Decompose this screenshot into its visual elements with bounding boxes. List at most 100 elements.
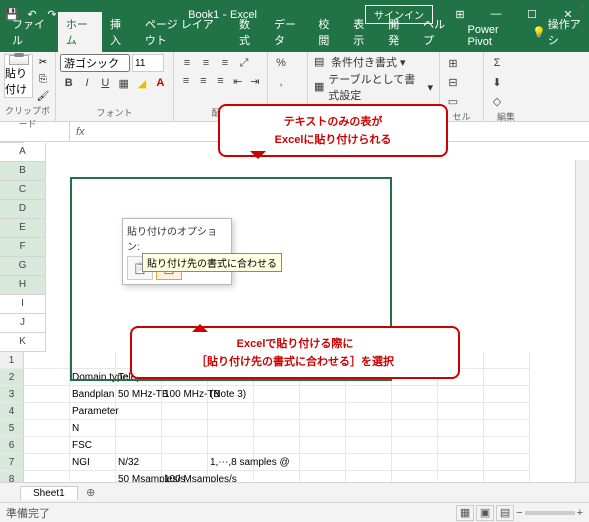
cell-D3[interactable]: 100 MHz-TB: [162, 386, 208, 403]
tab-file[interactable]: ファイル: [4, 12, 58, 52]
font-color-button[interactable]: A: [152, 74, 169, 92]
cell-B7[interactable]: NGI: [70, 454, 116, 471]
fill-icon[interactable]: ⬇: [488, 73, 506, 91]
font-size-select[interactable]: [132, 54, 164, 72]
cell-K8[interactable]: [484, 471, 530, 482]
tab-pivot[interactable]: Power Pivot: [460, 20, 527, 52]
cell-A2[interactable]: [24, 369, 70, 386]
row-header-6[interactable]: 6: [0, 437, 24, 454]
cell-G6[interactable]: [300, 437, 346, 454]
cell-D8[interactable]: 100 Msamples/s: [162, 471, 208, 482]
tab-data[interactable]: データ: [266, 12, 310, 52]
sheet-tab-1[interactable]: Sheet1: [20, 486, 78, 500]
col-header-I[interactable]: I: [0, 295, 46, 314]
cell-B3[interactable]: Bandplan: [70, 386, 116, 403]
collapse-ribbon-icon[interactable]: ˄: [579, 2, 585, 14]
cell-B5[interactable]: N: [70, 420, 116, 437]
cell-E4[interactable]: [208, 403, 254, 420]
cell-K2[interactable]: [484, 369, 530, 386]
format-as-table-button[interactable]: ▦テーブルとして書式設定 ▾: [312, 71, 435, 103]
cell-J4[interactable]: [438, 403, 484, 420]
worksheet-grid[interactable]: ABCDEFGHIJK 12Domain typeTelephone-line …: [0, 142, 589, 482]
cell-A5[interactable]: [24, 420, 70, 437]
cell-A1[interactable]: [24, 352, 70, 369]
cell-J7[interactable]: [438, 454, 484, 471]
clear-icon[interactable]: ◇: [488, 92, 506, 110]
col-header-J[interactable]: J: [0, 314, 46, 333]
cell-C7[interactable]: N/32: [116, 454, 162, 471]
cell-F3[interactable]: [254, 386, 300, 403]
cell-C8[interactable]: 50 Msamples/s: [116, 471, 162, 482]
cell-D7[interactable]: [162, 454, 208, 471]
align-right-icon[interactable]: ≡: [212, 72, 228, 90]
cell-H6[interactable]: [346, 437, 392, 454]
cell-D6[interactable]: [162, 437, 208, 454]
cell-B2[interactable]: Domain type: [70, 369, 116, 386]
cell-H4[interactable]: [346, 403, 392, 420]
border-button[interactable]: ▦: [115, 74, 132, 92]
cell-I7[interactable]: [392, 454, 438, 471]
copy-icon[interactable]: ⎘: [35, 71, 51, 87]
col-header-F[interactable]: F: [0, 238, 46, 257]
autosum-icon[interactable]: Σ: [488, 54, 506, 72]
orientation-icon[interactable]: ⤢: [235, 54, 253, 72]
page-break-view-icon[interactable]: ▤: [496, 505, 514, 521]
cell-A7[interactable]: [24, 454, 70, 471]
tab-formula[interactable]: 数式: [231, 12, 266, 52]
col-header-E[interactable]: E: [0, 219, 46, 238]
fill-color-button[interactable]: ◢: [133, 74, 150, 92]
tab-layout[interactable]: ページ レイアウト: [137, 12, 231, 52]
tab-home[interactable]: ホーム: [58, 12, 102, 52]
tab-review[interactable]: 校閲: [310, 12, 345, 52]
cell-D5[interactable]: [162, 420, 208, 437]
cell-K5[interactable]: [484, 420, 530, 437]
cell-A6[interactable]: [24, 437, 70, 454]
tab-insert[interactable]: 挿入: [102, 12, 137, 52]
cell-E3[interactable]: (Note 3): [208, 386, 254, 403]
format-painter-icon[interactable]: 🖌: [35, 88, 51, 104]
align-bottom-icon[interactable]: ≡: [216, 54, 234, 72]
tab-dev[interactable]: 開発: [380, 12, 415, 52]
cell-C4[interactable]: [116, 403, 162, 420]
cell-K6[interactable]: [484, 437, 530, 454]
comma-icon[interactable]: ,: [272, 73, 290, 91]
cell-K4[interactable]: [484, 403, 530, 420]
delete-cells-icon[interactable]: ⊟: [444, 73, 462, 91]
row-header-4[interactable]: 4: [0, 403, 24, 420]
cell-C3[interactable]: 50 MHz-TB: [116, 386, 162, 403]
indent-dec-icon[interactable]: ⇤: [230, 72, 246, 90]
cell-F4[interactable]: [254, 403, 300, 420]
indent-inc-icon[interactable]: ⇥: [247, 72, 263, 90]
new-sheet-button[interactable]: ⊕: [82, 484, 100, 502]
zoom-slider[interactable]: [525, 511, 575, 515]
align-middle-icon[interactable]: ≡: [197, 54, 215, 72]
cell-I4[interactable]: [392, 403, 438, 420]
cell-F5[interactable]: [254, 420, 300, 437]
col-header-A[interactable]: A: [0, 143, 46, 162]
cell-J8[interactable]: [438, 471, 484, 482]
cell-H3[interactable]: [346, 386, 392, 403]
cell-G3[interactable]: [300, 386, 346, 403]
cell-B4[interactable]: Parameter: [70, 403, 116, 420]
cell-E8[interactable]: [208, 471, 254, 482]
tell-me[interactable]: 💡操作アシ: [526, 12, 589, 52]
cell-K3[interactable]: [484, 386, 530, 403]
cell-B6[interactable]: FSC: [70, 437, 116, 454]
cell-F6[interactable]: [254, 437, 300, 454]
cell-H5[interactable]: [346, 420, 392, 437]
col-header-B[interactable]: B: [0, 162, 46, 181]
cell-I8[interactable]: [392, 471, 438, 482]
cell-I6[interactable]: [392, 437, 438, 454]
cell-B8[interactable]: [70, 471, 116, 482]
bold-button[interactable]: B: [60, 74, 77, 92]
number-format-icon[interactable]: %: [272, 54, 290, 72]
align-left-icon[interactable]: ≡: [178, 72, 194, 90]
underline-button[interactable]: U: [97, 74, 114, 92]
cell-A8[interactable]: [24, 471, 70, 482]
cell-K1[interactable]: [484, 352, 530, 369]
cell-G8[interactable]: [300, 471, 346, 482]
cell-G4[interactable]: [300, 403, 346, 420]
row-header-2[interactable]: 2: [0, 369, 24, 386]
fx-icon[interactable]: fx: [70, 126, 91, 138]
cell-H8[interactable]: [346, 471, 392, 482]
